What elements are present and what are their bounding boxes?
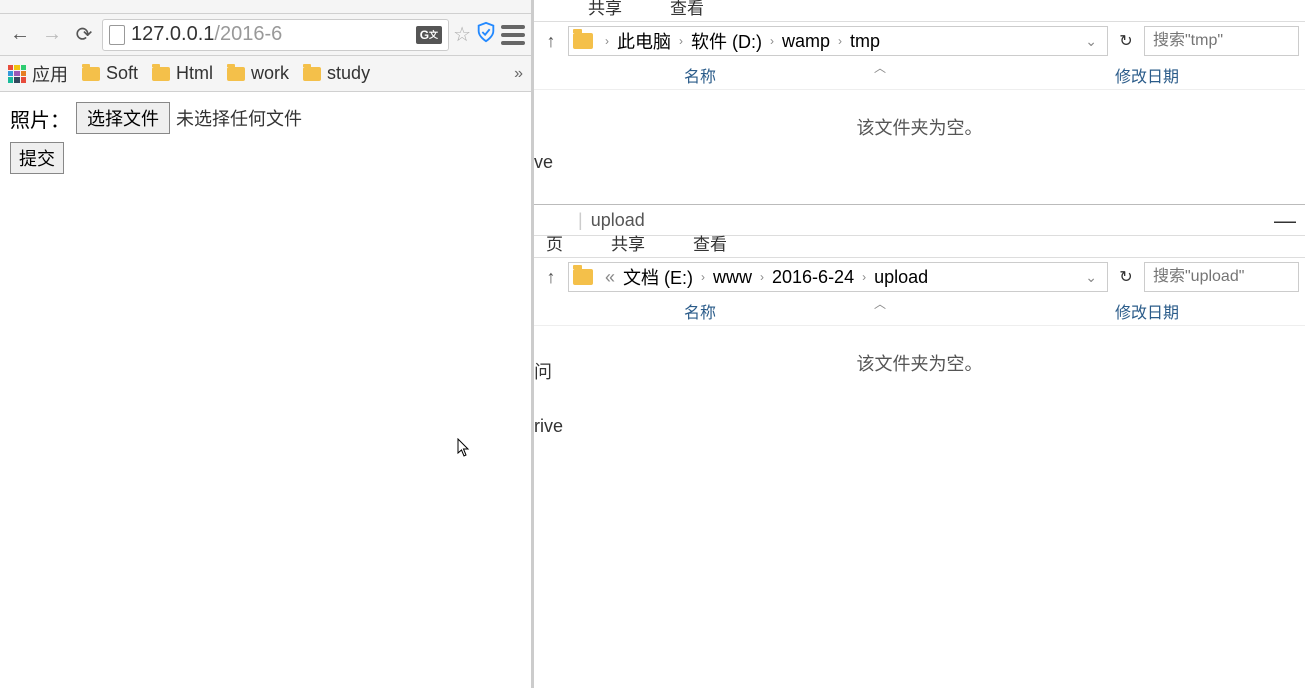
title-bar: | upload — (534, 206, 1305, 236)
column-name[interactable]: 名称 ︿ (534, 299, 1115, 323)
bookmark-study[interactable]: study (303, 63, 370, 84)
folder-icon (303, 67, 321, 81)
crumb-date[interactable]: 2016-6-24 (772, 267, 854, 288)
window-title: upload (591, 210, 645, 231)
column-name[interactable]: 名称 ︿ (534, 63, 1115, 87)
photo-label: 照片： (10, 104, 70, 133)
chevron-right-icon[interactable]: › (695, 270, 711, 284)
column-headers: 名称 ︿ 修改日期 (534, 296, 1305, 326)
crumb-drive-d[interactable]: 软件 (D:) (691, 28, 762, 54)
bookmarks-bar: 应用 Soft Html work study » (0, 56, 531, 92)
chevron-down-icon[interactable]: ⌄ (1079, 269, 1103, 286)
column-date[interactable]: 修改日期 (1115, 299, 1305, 323)
crumb-thispc[interactable]: 此电脑 (617, 28, 671, 54)
ribbon-tab-home[interactable]: 页 (542, 230, 567, 257)
sidebar-fragment: ve (534, 152, 553, 173)
ribbon-tab-view[interactable]: 查看 (666, 0, 708, 21)
folder-icon (573, 33, 593, 49)
ribbon-tab-view[interactable]: 查看 (689, 230, 731, 257)
bookmark-label: work (251, 63, 289, 84)
sidebar-fragment: rive (534, 416, 563, 437)
bookmarks-overflow[interactable]: » (514, 65, 523, 83)
nav-row: ↑ › 此电脑 › 软件 (D:) › wamp › tmp ⌄ ↻ (534, 22, 1305, 60)
empty-folder-message: 该文件夹为空。 (534, 90, 1305, 140)
folder-icon (227, 67, 245, 81)
folder-icon (152, 67, 170, 81)
bookmark-label: study (327, 63, 370, 84)
crumb-overflow[interactable]: « (599, 267, 621, 288)
column-name-label: 名称 (684, 69, 716, 86)
search-input[interactable] (1144, 262, 1299, 292)
chevron-right-icon[interactable]: › (832, 34, 848, 48)
sidebar-fragment: 问 (534, 358, 552, 384)
refresh-button[interactable]: ↻ (1114, 31, 1138, 51)
ribbon-tab-share[interactable]: 共享 (584, 0, 626, 21)
ribbon-tab-share[interactable]: 共享 (607, 230, 649, 257)
bookmark-soft[interactable]: Soft (82, 63, 138, 84)
sort-indicator-icon: ︿ (874, 59, 886, 76)
nav-row: ↑ « 文档 (E:) › www › 2016-6-24 › upload ⌄… (534, 258, 1305, 296)
explorer-window-tmp: 共享 查看 ↑ › 此电脑 › 软件 (D:) › wamp › tmp ⌄ ↻… (534, 0, 1305, 205)
chevron-right-icon[interactable]: › (673, 34, 689, 48)
choose-file-button[interactable]: 选择文件 (76, 102, 170, 134)
browser-window: ← → ⟳ 127.0.0.1/2016-6 G文 ☆ 应用 Soft Html… (0, 0, 534, 688)
column-date[interactable]: 修改日期 (1115, 63, 1305, 87)
browser-toolbar: ← → ⟳ 127.0.0.1/2016-6 G文 ☆ (0, 14, 531, 56)
chevron-right-icon[interactable]: › (754, 270, 770, 284)
url-text: 127.0.0.1/2016-6 (131, 23, 410, 46)
no-file-label: 未选择任何文件 (176, 105, 302, 131)
reload-button[interactable]: ⟳ (70, 21, 98, 49)
apps-button[interactable]: 应用 (8, 61, 68, 87)
menu-icon[interactable] (501, 25, 525, 45)
address-bar[interactable]: 127.0.0.1/2016-6 G文 (102, 19, 449, 51)
forward-button[interactable]: → (38, 21, 66, 49)
folder-icon (573, 269, 593, 285)
search-input[interactable] (1144, 26, 1299, 56)
translate-icon[interactable]: G文 (416, 26, 442, 44)
up-button[interactable]: ↑ (540, 31, 562, 52)
refresh-button[interactable]: ↻ (1114, 267, 1138, 287)
file-row: 照片： 选择文件 未选择任何文件 (10, 102, 521, 134)
folder-icon (82, 67, 100, 81)
crumb-wamp[interactable]: wamp (782, 31, 830, 52)
page-icon (109, 25, 125, 45)
chevron-right-icon[interactable]: › (856, 270, 872, 284)
crumb-tmp[interactable]: tmp (850, 31, 880, 52)
chevron-right-icon[interactable]: › (599, 34, 615, 48)
breadcrumb-bar[interactable]: « 文档 (E:) › www › 2016-6-24 › upload ⌄ (568, 262, 1108, 292)
crumb-www[interactable]: www (713, 267, 752, 288)
bookmark-html[interactable]: Html (152, 63, 213, 84)
apps-icon (8, 65, 26, 83)
empty-folder-message: 该文件夹为空。 (534, 326, 1305, 376)
crumb-upload[interactable]: upload (874, 267, 928, 288)
minimize-button[interactable]: — (1265, 208, 1305, 234)
apps-label: 应用 (32, 61, 68, 87)
explorer-window-upload: | upload — 页 共享 查看 ↑ « 文档 (E:) › www › 2… (534, 206, 1305, 688)
shield-icon[interactable] (475, 20, 497, 50)
column-headers: 名称 ︿ 修改日期 (534, 60, 1305, 90)
sort-indicator-icon: ︿ (874, 295, 886, 312)
ribbon-tabs: 共享 查看 (534, 0, 1305, 22)
bookmark-work[interactable]: work (227, 63, 289, 84)
page-content: 照片： 选择文件 未选择任何文件 提交 (0, 92, 531, 184)
chevron-right-icon[interactable]: › (764, 34, 780, 48)
separator: | (578, 210, 583, 231)
back-button[interactable]: ← (6, 21, 34, 49)
tab-strip (0, 0, 531, 14)
column-name-label: 名称 (684, 305, 716, 322)
bookmark-star-icon[interactable]: ☆ (453, 22, 471, 47)
breadcrumb-bar[interactable]: › 此电脑 › 软件 (D:) › wamp › tmp ⌄ (568, 26, 1108, 56)
submit-button[interactable]: 提交 (10, 142, 64, 174)
chevron-down-icon[interactable]: ⌄ (1079, 33, 1103, 50)
bookmark-label: Html (176, 63, 213, 84)
up-button[interactable]: ↑ (540, 267, 562, 288)
ribbon-tabs: 页 共享 查看 (534, 236, 1305, 258)
bookmark-label: Soft (106, 63, 138, 84)
crumb-drive-e[interactable]: 文档 (E:) (623, 264, 693, 290)
